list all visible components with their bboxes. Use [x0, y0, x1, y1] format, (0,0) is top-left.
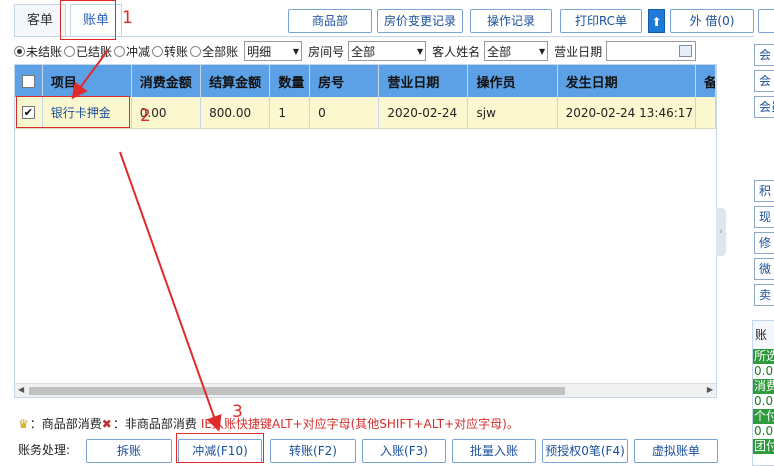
- radio-offset[interactable]: 冲减: [114, 43, 150, 60]
- panel-collapse-handle[interactable]: ›: [716, 208, 726, 256]
- goods-consume-label: ：商品部消费: [29, 417, 102, 431]
- chevron-down-icon: ▼: [538, 46, 546, 56]
- annotation-box-1: [60, 0, 116, 40]
- col-item[interactable]: 项目: [43, 65, 132, 97]
- account-summary-panel: 账 所选 0.0 消费 0.0 个付 0.0 团付: [752, 320, 774, 466]
- annotation-box-2: [16, 96, 130, 128]
- select-all-cell: [15, 65, 43, 97]
- annotation-box-3: [176, 433, 264, 463]
- table-header: 项目 消费金额 结算金额 数量 房号 营业日期 操作员 发生日期 备: [15, 65, 716, 97]
- batch-post-button[interactable]: 批量入账: [452, 439, 536, 463]
- extra-toolbar-button[interactable]: [758, 9, 774, 33]
- tab-guest-order[interactable]: 客单: [14, 4, 67, 36]
- summary-personal-value: 0.0: [754, 424, 774, 438]
- cell-qty: 1: [270, 97, 311, 128]
- radio-dot-icon: [64, 45, 76, 57]
- pre-auth-button[interactable]: 预授权0笔(F4): [542, 439, 628, 463]
- right-button-2[interactable]: 会: [754, 70, 774, 92]
- annotation-number-1: 1: [122, 8, 133, 28]
- radio-transfer[interactable]: 转账: [152, 43, 188, 60]
- shortcut-hint: IE入账快捷键ALT+对应字母(其他SHIFT+ALT+对应字母)。: [200, 417, 519, 431]
- account-actions-label: 账务处理:: [18, 443, 71, 457]
- scroll-up-icon[interactable]: ⬆: [648, 9, 665, 33]
- scrollbar-thumb[interactable]: [29, 387, 565, 395]
- right-button-3[interactable]: 会员: [754, 96, 774, 118]
- col-business-date[interactable]: 营业日期: [379, 65, 469, 97]
- right-button-8[interactable]: 卖: [754, 284, 774, 306]
- horizontal-scrollbar[interactable]: ◀ ▶: [15, 383, 716, 397]
- radio-dot-icon: [190, 45, 202, 57]
- summary-consume-label: 消费: [753, 379, 774, 394]
- non-goods-consume-icon: ✖: [101, 416, 112, 431]
- post-button[interactable]: 入账(F3): [362, 439, 446, 463]
- radio-settled[interactable]: 已结账: [64, 43, 112, 60]
- filter-row: 未结账 已结账 冲减 转账 全部账 明细 ▼ 房间号 全部 ▼ 客人姓名 全部 ▼ 营…: [14, 40, 697, 62]
- scroll-left-icon[interactable]: ◀: [18, 385, 24, 394]
- right-button-6[interactable]: 修: [754, 232, 774, 254]
- summary-personal-label: 个付: [753, 409, 774, 424]
- radio-all[interactable]: 全部账: [190, 43, 238, 60]
- radio-dot-icon: [14, 45, 25, 57]
- radio-dot-icon: [152, 45, 164, 57]
- chevron-down-icon: ▼: [292, 46, 300, 56]
- guest-name-select[interactable]: 全部 ▼: [484, 41, 549, 61]
- right-button-7[interactable]: 微: [754, 258, 774, 280]
- business-date-input[interactable]: [606, 41, 697, 61]
- summary-selected-value: 0.0: [754, 364, 774, 378]
- col-room[interactable]: 房号: [310, 65, 380, 97]
- guest-name-label: 客人姓名: [432, 44, 481, 59]
- lend-out-button[interactable]: 外 借(0): [670, 9, 754, 33]
- room-rate-change-log-button[interactable]: 房价变更记录: [377, 9, 463, 33]
- operation-log-button[interactable]: 操作记录: [470, 9, 552, 33]
- room-select[interactable]: 全部 ▼: [348, 41, 427, 61]
- summary-group-label: 团付: [753, 439, 774, 454]
- non-goods-consume-label: ：非商品部消费: [112, 417, 197, 431]
- room-label: 房间号: [308, 44, 345, 59]
- summary-header: 账: [753, 321, 774, 349]
- annotation-number-2: 2: [140, 106, 151, 126]
- print-rc-button[interactable]: 打印RC单: [560, 9, 642, 33]
- business-date-label: 营业日期: [554, 44, 603, 59]
- col-occurred[interactable]: 发生日期: [558, 65, 697, 97]
- right-button-5[interactable]: 现: [754, 206, 774, 228]
- goods-dept-button[interactable]: 商品部: [288, 9, 372, 33]
- goods-consume-icon: ♛: [18, 416, 29, 431]
- detail-select[interactable]: 明细 ▼: [244, 41, 303, 61]
- summary-selected-label: 所选: [753, 349, 774, 364]
- cell-occurred: 2020-02-24 13:46:17: [558, 97, 697, 128]
- scroll-right-icon[interactable]: ▶: [707, 385, 713, 394]
- cell-remark: [696, 97, 716, 128]
- bill-page: 客单 账单 商品部 房价变更记录 操作记录 打印RC单 ⬆ 外 借(0) 未结账…: [0, 0, 774, 466]
- cell-operator: sjw: [468, 97, 558, 128]
- right-button-4[interactable]: 积: [754, 180, 774, 202]
- calendar-icon[interactable]: [679, 45, 693, 57]
- col-qty[interactable]: 数量: [270, 65, 311, 97]
- cell-settle: 800.00: [201, 97, 271, 128]
- transfer-button[interactable]: 转账(F2): [270, 439, 356, 463]
- tab-divider: [14, 36, 754, 37]
- radio-unsettled[interactable]: 未结账: [14, 43, 62, 60]
- split-bill-button[interactable]: 拆账: [86, 439, 172, 463]
- cell-room: 0: [310, 97, 380, 128]
- select-all-checkbox[interactable]: [21, 74, 35, 88]
- col-remark[interactable]: 备: [696, 65, 716, 97]
- chevron-down-icon: ▼: [416, 46, 424, 56]
- cell-business-date: 2020-02-24: [379, 97, 469, 128]
- col-consume[interactable]: 消费金额: [132, 65, 202, 97]
- radio-dot-icon: [114, 45, 126, 57]
- summary-consume-value: 0.0: [754, 394, 774, 408]
- legend-row: ♛ ：商品部消费 ✖ ：非商品部消费 IE入账快捷键ALT+对应字母(其他SHI…: [18, 415, 519, 432]
- right-button-1[interactable]: 会: [754, 44, 774, 66]
- col-settle[interactable]: 结算金额: [201, 65, 271, 97]
- annotation-number-3: 3: [232, 402, 243, 422]
- virtual-bill-button[interactable]: 虚拟账单: [634, 439, 718, 463]
- col-operator[interactable]: 操作员: [468, 65, 558, 97]
